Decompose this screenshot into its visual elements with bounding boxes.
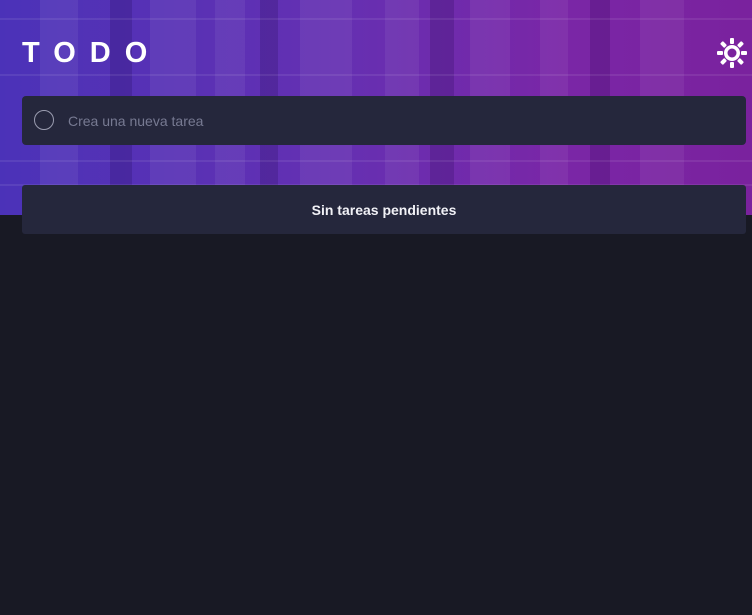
- theme-toggle-button[interactable]: [716, 37, 748, 69]
- app-title: TODO: [22, 37, 162, 69]
- new-task-bar: [22, 96, 746, 145]
- circle-icon[interactable]: [34, 110, 54, 130]
- sun-icon: [717, 38, 747, 68]
- empty-state-message: Sin tareas pendientes: [311, 201, 457, 218]
- task-list: Sin tareas pendientes: [22, 185, 746, 234]
- new-task-input[interactable]: [68, 96, 728, 145]
